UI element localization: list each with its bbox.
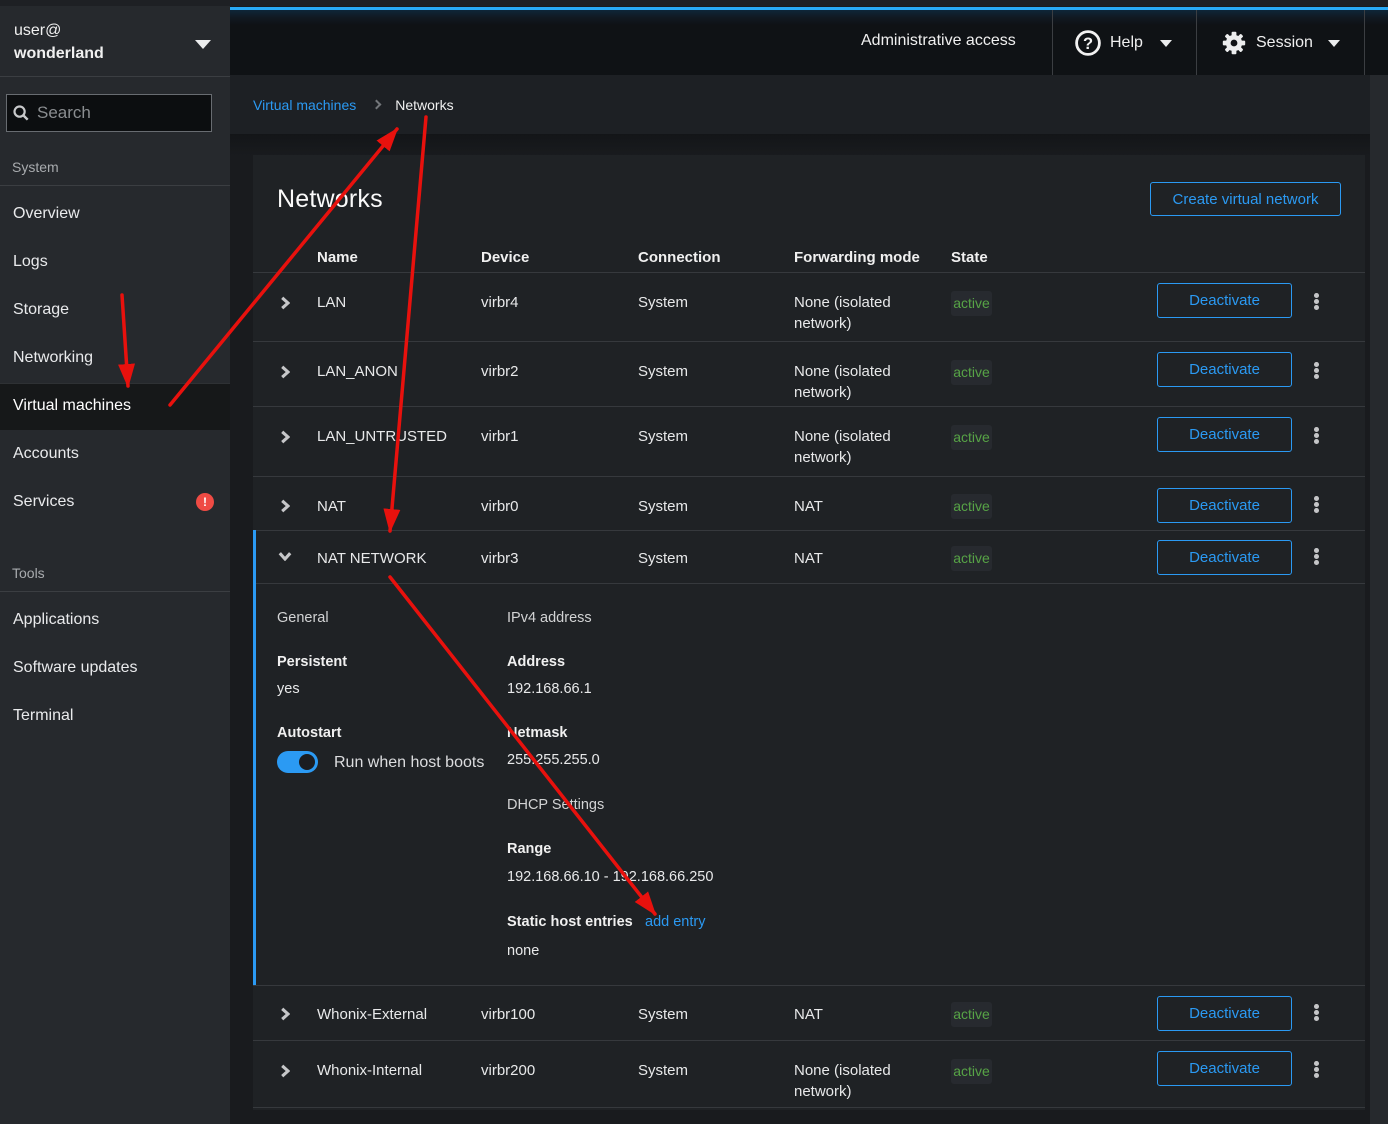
svg-text:?: ? [1083, 35, 1093, 53]
